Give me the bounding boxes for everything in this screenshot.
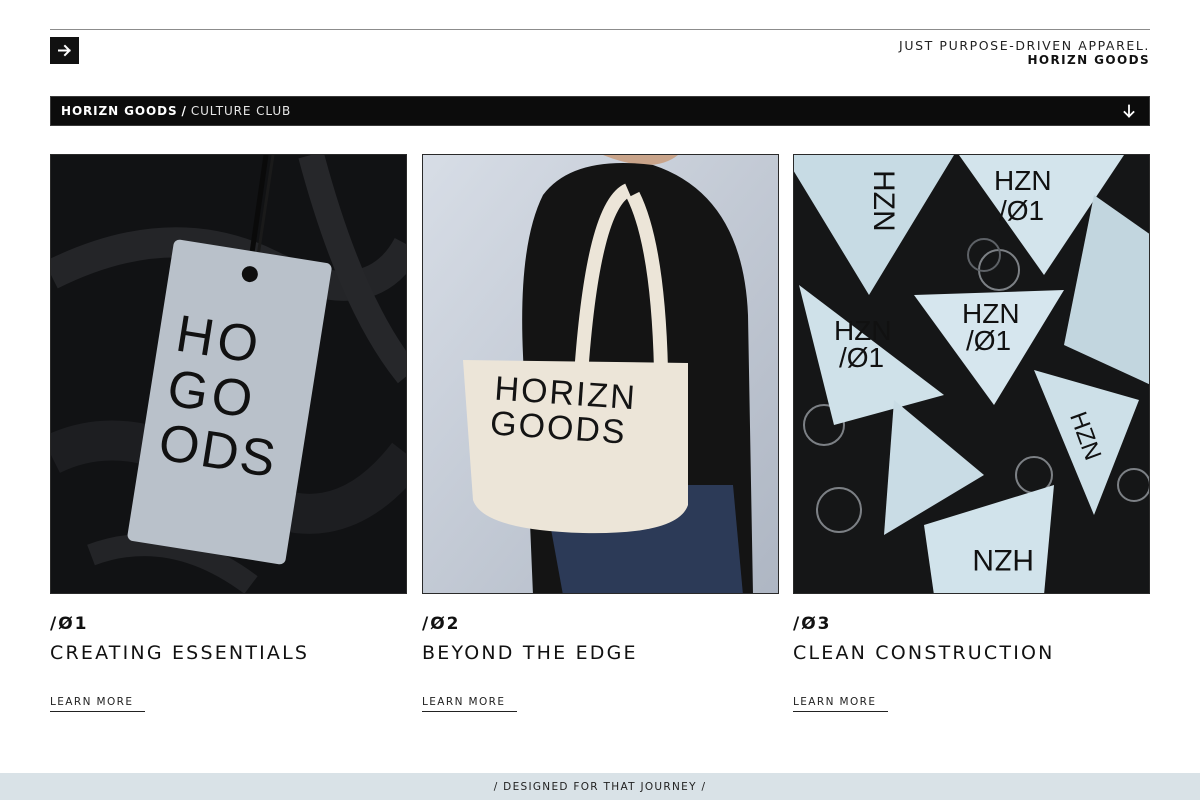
tagline-text: JUST PURPOSE-DRIVEN APPAREL. xyxy=(899,38,1150,53)
nav-arrow-button[interactable] xyxy=(50,37,79,64)
brand-name[interactable]: HORIZN GOODS xyxy=(899,53,1150,68)
tag-text-8: HZN xyxy=(972,543,1034,576)
footer-text: / DESIGNED FOR THAT JOURNEY / xyxy=(493,780,707,793)
expand-button[interactable] xyxy=(1119,101,1139,121)
breadcrumb-bar: HORIZN GOODS / CULTURE CLUB xyxy=(50,96,1150,126)
card-title: CREATING ESSENTIALS xyxy=(50,642,310,664)
breadcrumb-separator: / xyxy=(181,104,187,118)
breadcrumb: HORIZN GOODS / CULTURE CLUB xyxy=(61,104,291,118)
card-number: /Ø2 xyxy=(422,614,461,634)
tag-text-5: /Ø1 xyxy=(839,342,884,373)
tag-text-7: /Ø1 xyxy=(966,325,1011,356)
tag-text-3: /Ø1 xyxy=(999,195,1044,226)
card-title: BEYOND THE EDGE xyxy=(422,642,638,664)
card-image-hangtag: HO GO ODS xyxy=(50,154,407,594)
arrow-right-icon xyxy=(58,44,71,57)
card-number: /Ø3 xyxy=(793,614,832,634)
learn-more-link[interactable]: LEARN MORE xyxy=(50,696,146,712)
tag-text-1: HZN xyxy=(867,170,900,232)
tag-text-2: HZN xyxy=(994,165,1052,196)
card-beyond-the-edge: HORIZN GOODS /Ø2 BEYOND THE EDGE LEARN M… xyxy=(422,154,779,712)
card-image-tote-bag: HORIZN GOODS xyxy=(422,154,779,594)
card-number: /Ø1 xyxy=(50,614,89,634)
arrow-down-icon xyxy=(1123,104,1135,118)
card-clean-construction: HZN HZN /Ø1 HZN /Ø1 HZN /Ø1 HZN HZN /Ø3 … xyxy=(793,154,1150,712)
page: JUST PURPOSE-DRIVEN APPAREL. HORIZN GOOD… xyxy=(0,0,1200,800)
header-tagline: JUST PURPOSE-DRIVEN APPAREL. HORIZN GOOD… xyxy=(899,38,1150,68)
card-creating-essentials: HO GO ODS /Ø1 CREATING ESSENTIALS LEARN … xyxy=(50,154,407,712)
top-divider xyxy=(50,29,1150,30)
learn-more-link[interactable]: LEARN MORE xyxy=(793,696,889,712)
breadcrumb-home[interactable]: HORIZN GOODS xyxy=(61,104,178,118)
breadcrumb-current: CULTURE CLUB xyxy=(190,104,292,118)
footer: / DESIGNED FOR THAT JOURNEY / xyxy=(0,773,1200,800)
card-image-triangle-tags: HZN HZN /Ø1 HZN /Ø1 HZN /Ø1 HZN HZN xyxy=(793,154,1150,594)
card-title: CLEAN CONSTRUCTION xyxy=(793,642,1055,664)
learn-more-link[interactable]: LEARN MORE xyxy=(422,696,518,712)
